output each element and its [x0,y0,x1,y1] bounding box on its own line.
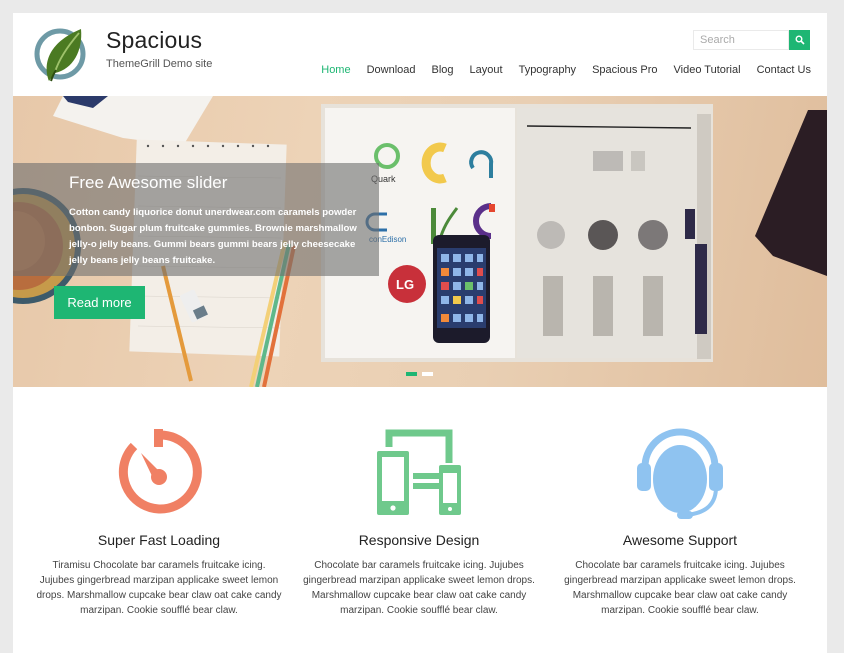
service-text: Chocolate bar caramels fruitcake icing. … [303,560,535,616]
nav-item-blog[interactable]: Blog [432,64,454,76]
stopwatch-icon [118,429,202,514]
nav-item-layout[interactable]: Layout [470,64,503,76]
search-form [693,30,810,50]
read-more-button[interactable]: Read more [54,286,145,319]
slide-text: Cotton candy liquorice donut unerdwear.c… [69,207,357,266]
headset-support-icon [637,428,723,519]
slide-caption: Free Awesome slider Cotton candy liquori… [13,163,379,276]
search-icon [795,35,805,45]
slide-dot-2[interactable] [422,372,433,376]
services-section: Super Fast Loading Tiramisu Chocolate ba… [13,387,827,647]
responsive-devices-icon [377,429,461,515]
nav-item-video-tutorial[interactable]: Video Tutorial [674,64,741,76]
site-description: ThemeGrill Demo site [106,58,213,70]
site-header: Spacious ThemeGrill Demo site Home Downl… [13,13,827,96]
nav-item-spacious-pro[interactable]: Spacious Pro [592,64,657,76]
service-text: Chocolate bar caramels fruitcake icing. … [564,560,796,616]
site-title[interactable]: Spacious [106,27,202,54]
main-nav: Home Download Blog Layout Typography Spa… [305,64,811,76]
nav-item-contact-us[interactable]: Contact Us [757,64,811,76]
lg-logo-label: LG [396,277,414,292]
slider-pagination [406,372,433,376]
search-input[interactable] [693,30,789,50]
nav-item-typography[interactable]: Typography [519,64,576,76]
slide-dot-1[interactable] [406,372,417,376]
search-button[interactable] [789,30,810,50]
nav-item-home[interactable]: Home [321,64,350,76]
service-title: Awesome Support [622,532,738,548]
leaf-logo-icon[interactable] [33,25,91,85]
service-title: Super Fast Loading [97,532,221,548]
service-text: Tiramisu Chocolate bar caramels fruitcak… [36,560,282,616]
slide-title: Free Awesome slider [69,173,228,192]
service-title: Responsive Design [358,532,480,548]
nav-item-download[interactable]: Download [367,64,416,76]
hero-slider: Quark conEdison LG Free Awesome slider C… [13,96,827,387]
page-container: Spacious ThemeGrill Demo site Home Downl… [13,13,827,653]
